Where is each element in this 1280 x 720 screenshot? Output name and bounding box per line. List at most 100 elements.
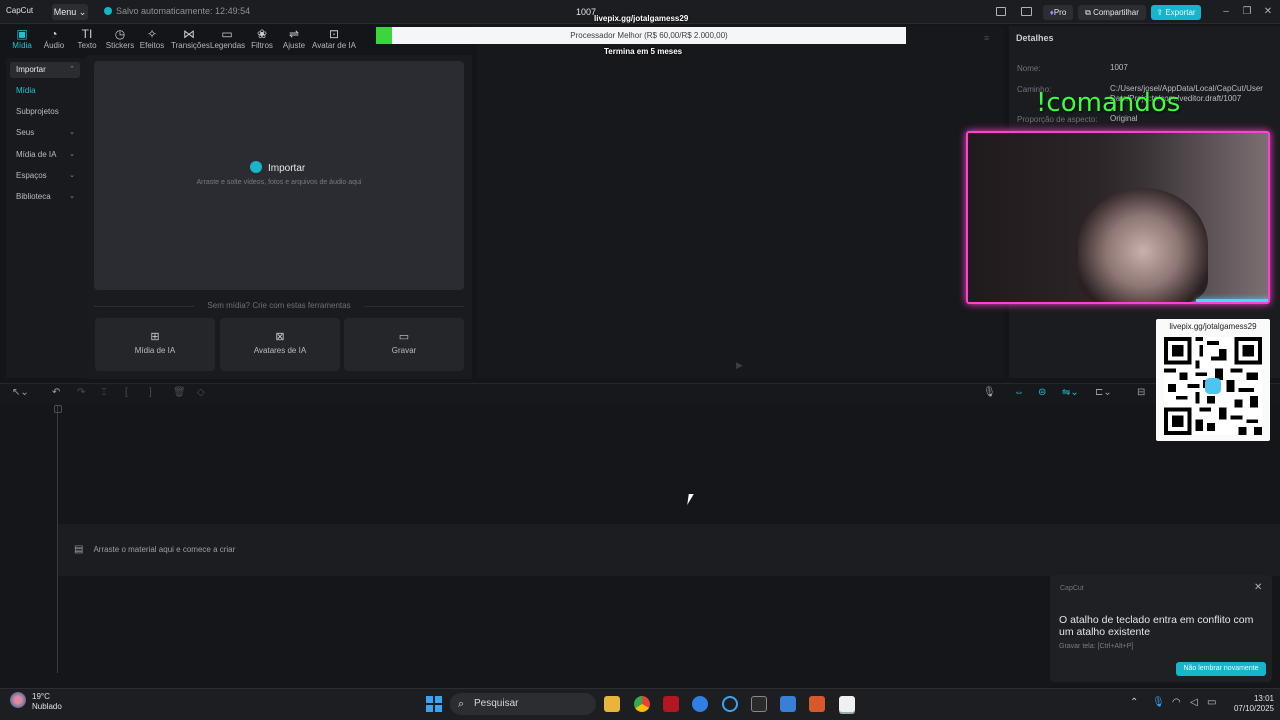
track-drop-hint: ▤ Arraste o material aqui e comece a cria…: [74, 544, 236, 555]
magnet-icon[interactable]: ⊜: [1038, 387, 1046, 398]
speaker-icon[interactable]: ◁: [1190, 697, 1198, 708]
split-right-icon[interactable]: ]: [149, 387, 152, 398]
chevron-down-icon: ⌄: [69, 172, 75, 179]
tool-stickers[interactable]: ◷ Stickers: [103, 27, 137, 50]
main-track[interactable]: [58, 524, 1280, 576]
layout-icon[interactable]: [996, 7, 1006, 16]
chevron-down-icon: ⌄: [69, 129, 75, 136]
transitions-icon: ⋈: [183, 27, 195, 41]
file-explorer-icon[interactable]: [604, 696, 620, 712]
effects-icon: ✧: [146, 27, 158, 41]
link-icon[interactable]: ⇔: [1014, 387, 1024, 398]
qr-code: [1164, 337, 1262, 435]
epic-games-icon[interactable]: [751, 696, 767, 712]
name-label: Nome:: [1017, 64, 1041, 73]
nav-ai-media[interactable]: Mídia de IA ⌄: [10, 147, 80, 163]
search-icon: ⌕: [458, 698, 465, 710]
tool-adjust[interactable]: ⇌ Ajuste: [277, 27, 311, 50]
tool-text[interactable]: TI Texto: [70, 27, 104, 50]
tool-effects[interactable]: ✧ Efeitos: [135, 27, 169, 50]
temperature: 19°C: [32, 692, 50, 701]
split-icon[interactable]: ⌶: [101, 387, 107, 398]
audio-icon: ◔: [50, 27, 58, 41]
import-button[interactable]: Importar: [250, 161, 305, 174]
chrome-icon[interactable]: [634, 696, 650, 712]
tool-transitions[interactable]: ⋈ Transições: [171, 27, 210, 50]
close-icon[interactable]: ✕: [1254, 582, 1262, 593]
chevron-down-icon: ⌄: [69, 151, 75, 158]
app-icon[interactable]: [809, 696, 825, 712]
shortcut-icon[interactable]: [1021, 7, 1032, 16]
no-media-caption: Sem mídia? Crie com estas ferramentas: [94, 301, 464, 310]
app-logo: CapCut: [6, 6, 34, 15]
split-left-icon[interactable]: [: [125, 387, 128, 398]
select-tool-icon[interactable]: ↖⌄: [12, 387, 29, 398]
nav-subprojects[interactable]: Subprojetos: [10, 104, 80, 120]
share-button[interactable]: ⧉ Compartilhar: [1078, 5, 1146, 20]
app-icon[interactable]: [780, 696, 796, 712]
nav-library[interactable]: Biblioteca ⌄: [10, 189, 80, 205]
commands-overlay: !comandos: [1036, 88, 1181, 118]
nav-spaces[interactable]: Espaços ⌄: [10, 168, 80, 184]
shield-icon[interactable]: ◇: [197, 387, 205, 398]
details-header: Detalhes: [1016, 33, 1054, 43]
ai-avatars-card[interactable]: ⊠ Avatares de IA: [220, 318, 340, 371]
app-icon[interactable]: [722, 696, 738, 712]
pro-button[interactable]: ♦Pro: [1043, 5, 1073, 20]
ai-media-card[interactable]: ⊞ Mídia de IA: [95, 318, 215, 371]
tool-ai-avatar[interactable]: ⊡ Avatar de IA: [312, 27, 356, 50]
captions-icon: ▭: [221, 27, 233, 41]
mouse-cursor: [687, 494, 699, 505]
close-icon[interactable]: ✕: [1261, 6, 1275, 17]
chevron-up-icon[interactable]: ⌃: [1130, 697, 1138, 708]
qr-url: livepix.gg/jotalgamess29: [1169, 322, 1257, 331]
nav-import[interactable]: Importar ⌃: [10, 62, 80, 78]
dont-remind-button[interactable]: Não lembrar novamente: [1176, 662, 1266, 676]
livepix-url-top: livepix.gg/jotalgamess29: [594, 14, 689, 23]
taskbar-search[interactable]: ⌕ Pesquisar: [450, 693, 596, 715]
import-dropzone[interactable]: [94, 61, 464, 290]
cloud-icon: [104, 7, 112, 15]
edge-icon[interactable]: [692, 696, 708, 712]
record-card[interactable]: ▭ Gravar: [344, 318, 464, 371]
processor-banner: Processador Melhor (R$ 60,00/R$ 2.000,00…: [392, 27, 906, 44]
windows-start-icon[interactable]: [426, 696, 442, 712]
media-icon: ▣: [16, 27, 28, 41]
nav-yours[interactable]: Seus ⌄: [10, 125, 80, 141]
preview-axis-icon[interactable]: ⊏⌄: [1095, 387, 1112, 398]
tool-audio[interactable]: ◔ Áudio: [37, 27, 71, 50]
clock[interactable]: 13:01 07/10/2025: [1222, 694, 1274, 714]
tool-media[interactable]: ▣ Mídia: [5, 27, 39, 50]
app-icon[interactable]: [663, 696, 679, 712]
battery-icon[interactable]: ▭: [1207, 697, 1216, 708]
snap-icon[interactable]: ⇋⌄: [1062, 387, 1079, 398]
microphone-icon[interactable]: 🎙: [1152, 697, 1165, 708]
webcam-overlay: [966, 131, 1270, 304]
play-icon[interactable]: ▶: [736, 360, 743, 371]
zoom-fit-icon[interactable]: ⊟: [1137, 387, 1145, 398]
microphone-icon[interactable]: 🎙: [983, 387, 996, 398]
redo-icon[interactable]: ↷: [77, 387, 85, 398]
weather-icon: [10, 692, 26, 708]
delete-icon[interactable]: 🗑: [173, 387, 186, 398]
nav-media[interactable]: Mídia: [10, 83, 80, 99]
autosave-status: Salvo automaticamente: 12:49:54: [104, 6, 250, 16]
neon-accent: [1196, 299, 1268, 302]
text-icon: TI: [81, 27, 93, 41]
tool-captions[interactable]: ▭ Legendas: [210, 27, 245, 50]
wifi-icon[interactable]: ◠: [1172, 697, 1181, 708]
undo-icon[interactable]: ↶: [52, 387, 60, 398]
export-icon: ⇪: [1156, 8, 1166, 17]
ai-avatar-icon: ⊡: [328, 27, 340, 41]
player-menu-icon[interactable]: ≡: [984, 33, 989, 43]
minimize-icon[interactable]: –: [1219, 6, 1233, 17]
capcut-taskbar-icon[interactable]: [839, 696, 855, 712]
toast-shortcut: Gravar tela: [Ctrl+Alt+P]: [1059, 643, 1134, 650]
tool-filters[interactable]: ❀ Filtros: [245, 27, 279, 50]
export-button[interactable]: ⇪ Exportar: [1151, 5, 1201, 20]
menu-button[interactable]: Menu ⌄: [52, 4, 88, 20]
weather-widget[interactable]: 19°C Nublado: [10, 692, 62, 712]
maximize-icon[interactable]: ❐: [1240, 6, 1254, 17]
playhead-handle[interactable]: [54, 405, 62, 413]
weather-condition: Nublado: [32, 702, 62, 711]
